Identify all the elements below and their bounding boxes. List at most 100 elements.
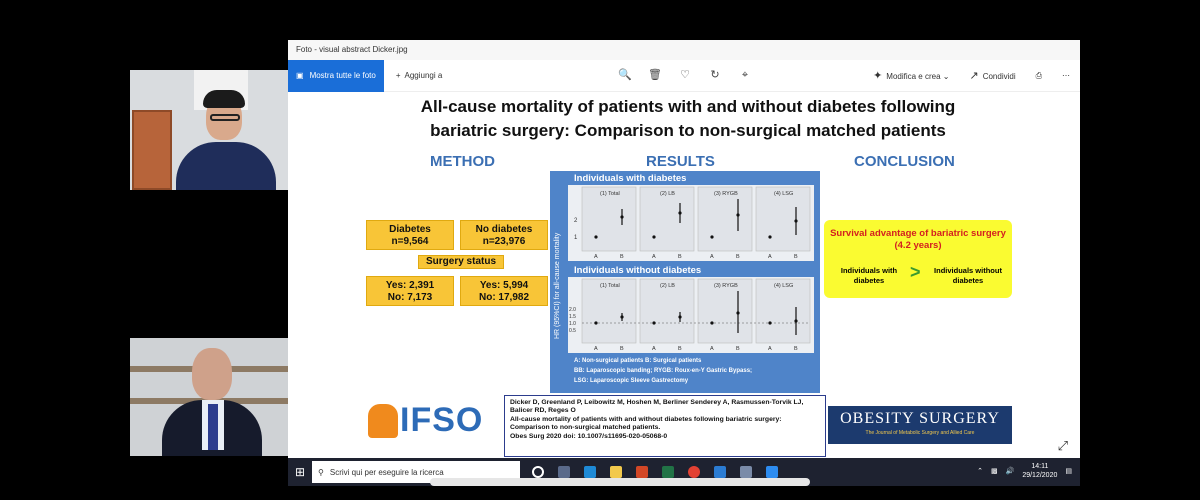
greater-than-arrow: >: [910, 262, 921, 282]
ytick-label: 1: [574, 235, 578, 241]
add-to-label: Aggiungi a: [404, 71, 443, 80]
point-b: [736, 311, 740, 315]
excel-icon[interactable]: [662, 466, 674, 478]
no-diabetes-count: n=23,976: [482, 236, 526, 247]
point-b: [794, 219, 798, 223]
subplot-label: (2) LB: [660, 191, 675, 197]
surgery-status-box: Surgery status: [418, 255, 504, 269]
point-b: [736, 213, 740, 217]
method-heading: METHOD: [430, 153, 495, 170]
citation-box: Dicker D, Greenland P, Leibowitz M, Hosh…: [504, 395, 826, 457]
no-diabetes-title: No diabetes: [475, 224, 533, 235]
panel1-yticks: 2 1: [574, 218, 578, 241]
subplot-label: (3) RYGB: [714, 283, 738, 289]
delete-icon[interactable]: 🗑: [648, 68, 662, 82]
xtick-label: B: [794, 346, 798, 352]
subplot-label: (3) RYGB: [714, 191, 738, 197]
xtick-label: A: [710, 254, 714, 260]
powerpoint-icon[interactable]: [636, 466, 648, 478]
add-to-button[interactable]: + Aggiungi a: [396, 71, 442, 80]
point-a: [594, 321, 598, 325]
cortana-icon[interactable]: [532, 466, 544, 478]
panel2-xticks: A B A B A B A B: [594, 346, 798, 352]
ytick-label: 1.5: [569, 314, 576, 320]
photos-taskbar-icon[interactable]: [766, 466, 778, 478]
legend-line-1: A: Non-surgical patients B: Surgical pat…: [574, 358, 702, 364]
xtick-label: B: [794, 254, 798, 260]
edge-icon[interactable]: [584, 466, 596, 478]
participant-video-2[interactable]: [130, 338, 288, 456]
task-view-icon[interactable]: [558, 466, 570, 478]
citation-authors: Dicker D, Greenland P, Leibowitz M, Hosh…: [510, 399, 804, 415]
system-tray: ⌃ ▩ 🔊 14:11 29/12/2020 ▤: [977, 462, 1072, 480]
subplot-label: (1) Total: [600, 191, 620, 197]
conclusion-left: Individuals with diabetes: [840, 266, 898, 285]
share-label: Condividi: [982, 72, 1016, 81]
more-icon[interactable]: ⋯: [1062, 71, 1070, 80]
xtick-label: A: [652, 346, 656, 352]
journal-subtitle: The Journal of Metabolic Surgery and All…: [865, 430, 975, 436]
citation-ref: Obes Surg 2020 doi: 10.1007/s11695-020-0…: [510, 432, 668, 440]
app-icon[interactable]: [740, 466, 752, 478]
window-title: Foto - visual abstract Dicker.jpg: [288, 40, 1080, 60]
point-b: [794, 319, 798, 323]
subplot-label: (4) LSG: [774, 283, 793, 289]
diabetes-yes: Yes: 2,391: [385, 280, 435, 291]
panel-without-diabetes: 2.0 1.5 1.0 0.5 (1) Total (2) LB (3) RYG…: [568, 277, 814, 353]
zoom-icon[interactable]: 🔍: [618, 68, 632, 82]
results-y-axis-label: HR (95%CI) for all-cause mortality: [554, 232, 561, 339]
network-icon[interactable]: ▩: [991, 467, 998, 475]
ytick-label: 2.0: [569, 307, 576, 313]
clock[interactable]: 14:11 29/12/2020: [1022, 462, 1057, 480]
ytick-label: 0.5: [569, 328, 576, 334]
subplot-label: (2) LB: [660, 283, 675, 289]
panel-with-diabetes-title: Individuals with diabetes: [574, 173, 687, 184]
conclusion-heading: CONCLUSION: [854, 153, 955, 170]
diabetes-no: No: 7,173: [387, 292, 433, 303]
abstract-title-line-1: All-cause mortality of patients with and…: [420, 97, 956, 116]
ytick-label: 2: [574, 218, 578, 224]
favorite-icon[interactable]: ♡: [678, 68, 692, 82]
point-a: [710, 321, 714, 325]
print-icon[interactable]: ⎙: [1036, 71, 1042, 81]
crop-icon[interactable]: ⌖: [738, 68, 752, 82]
xtick-label: A: [594, 254, 598, 260]
conclusion-headline: Survival advantage of bariatric surgery …: [830, 228, 1006, 251]
diabetes-title: Diabetes: [389, 224, 431, 235]
panel-without-diabetes-plot: 2.0 1.5 1.0 0.5 (1) Total (2) LB (3) RYG…: [569, 278, 811, 352]
chevron-up-icon[interactable]: ⌃: [977, 467, 983, 475]
point-a: [652, 321, 656, 325]
subplot-label: (1) Total: [600, 283, 620, 289]
show-all-photos-button[interactable]: ▣ Mostra tutte le foto: [288, 59, 384, 92]
diabetes-surgery-box: Yes: 2,391 No: 7,173: [366, 276, 454, 306]
file-explorer-icon[interactable]: [610, 466, 622, 478]
ytick-label: 1.0: [569, 321, 576, 327]
point-a: [768, 321, 772, 325]
chrome-icon[interactable]: [688, 466, 700, 478]
notifications-icon[interactable]: ▤: [1065, 467, 1072, 475]
panel-without-diabetes-title: Individuals without diabetes: [574, 265, 702, 276]
point-a: [594, 235, 598, 239]
participant-video-1[interactable]: [130, 70, 288, 190]
point-a: [652, 235, 656, 239]
expand-icon[interactable]: ⤢: [1058, 438, 1068, 454]
xtick-label: B: [736, 254, 740, 260]
windows-start-icon[interactable]: ⊞: [288, 465, 312, 479]
edit-create-button[interactable]: ✦ Modifica e crea ⌄: [873, 69, 949, 82]
point-b: [678, 315, 682, 319]
xtick-label: A: [594, 346, 598, 352]
screen-share-bar[interactable]: [430, 478, 810, 486]
meeting-screen: Foto - visual abstract Dicker.jpg ▣ Most…: [0, 0, 1200, 500]
rotate-icon[interactable]: ↻: [708, 68, 722, 82]
photos-app-window: Foto - visual abstract Dicker.jpg ▣ Most…: [288, 40, 1080, 486]
conclusion-right: Individuals without diabetes: [934, 266, 1002, 285]
photos-toolbar: ▣ Mostra tutte le foto + Aggiungi a 🔍 🗑 …: [288, 59, 1080, 92]
volume-icon[interactable]: 🔊: [1006, 467, 1015, 475]
word-icon[interactable]: [714, 466, 726, 478]
xtick-label: B: [620, 254, 624, 260]
no-diabetes-box: No diabetes n=23,976: [460, 220, 548, 250]
xtick-label: B: [678, 346, 682, 352]
search-placeholder: Scrivi qui per eseguire la ricerca: [329, 467, 444, 477]
share-button[interactable]: ↗ Condividi: [969, 69, 1015, 82]
edit-create-label: Modifica e crea: [886, 72, 941, 81]
